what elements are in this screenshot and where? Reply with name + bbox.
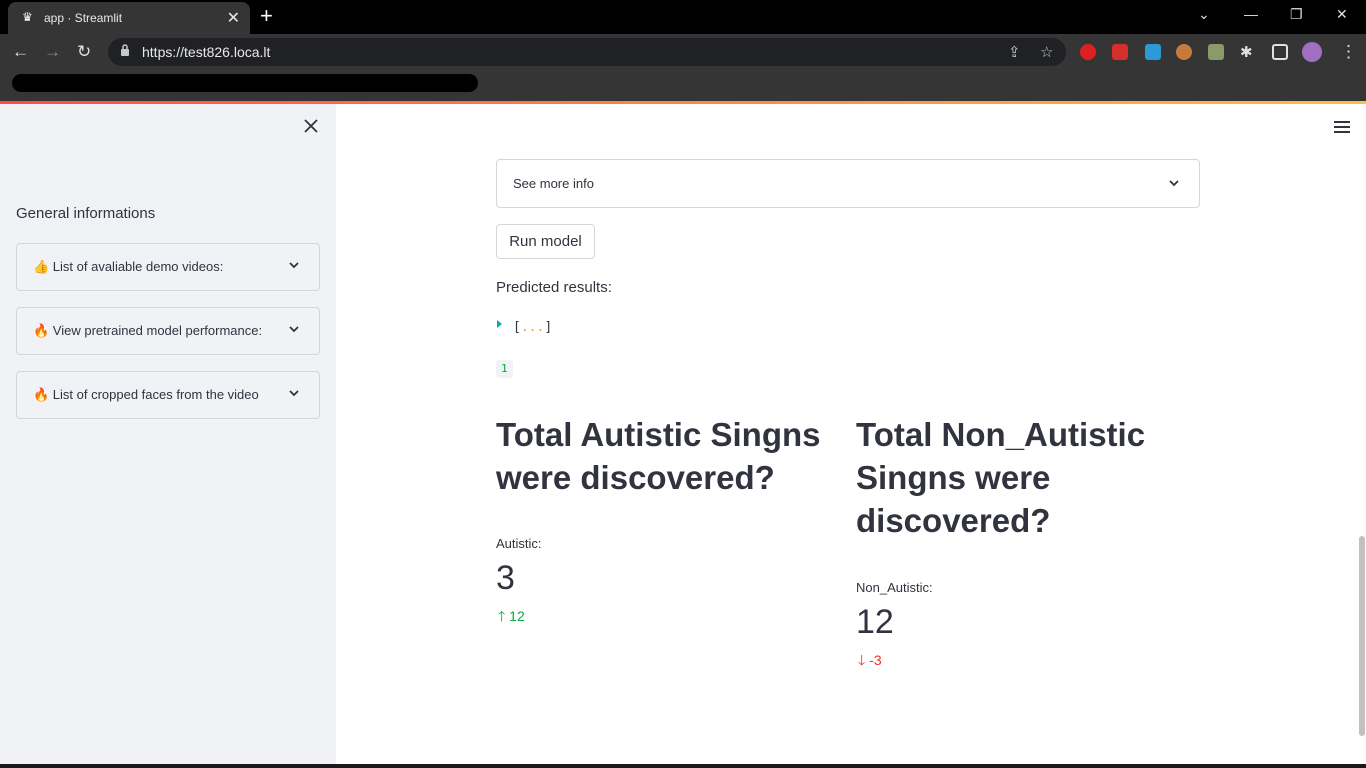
autistic-metric-value: 3 (496, 559, 515, 597)
expander-demo-videos[interactable]: 👍 List of avaliable demo videos: (16, 243, 320, 291)
back-button[interactable]: ← (12, 42, 29, 62)
close-sidebar-icon[interactable] (303, 118, 319, 134)
expander-label: 🔥 List of cropped faces from the video (33, 387, 259, 402)
streamlit-favicon-icon: ♛ (22, 10, 33, 24)
autistic-heading: Total Autistic Singns were discovered? (496, 416, 821, 496)
page-scrollbar[interactable] (1359, 536, 1365, 736)
json-expand-caret-icon[interactable] (497, 320, 502, 328)
expander-cropped-faces[interactable]: 🔥 List of cropped faces from the video (16, 371, 320, 419)
lastpass-extension-icon[interactable] (1112, 44, 1128, 60)
extensions-puzzle-icon[interactable]: ✱ (1240, 43, 1253, 63)
chevron-down-icon (289, 262, 299, 269)
close-window-button[interactable]: ✕ (1336, 6, 1348, 23)
chevron-down-icon (289, 390, 299, 397)
translate-extension-icon[interactable] (1145, 44, 1161, 60)
expander-label: 👍 List of avaliable demo videos: (33, 259, 224, 274)
predicted-results-label: Predicted results: (496, 279, 612, 296)
restore-button[interactable]: ❐ (1290, 6, 1303, 23)
tab-title: app · Streamlit (44, 11, 123, 25)
expander-label: 🔥 View pretrained model performance: (33, 323, 263, 338)
json-collapsed-dots: ... (520, 320, 545, 335)
adblock-extension-icon[interactable] (1080, 44, 1096, 60)
chevron-down-icon (1169, 180, 1179, 187)
sidebar: General informations 👍 List of avaliable… (0, 104, 336, 768)
image-extension-icon[interactable] (1208, 44, 1224, 60)
sidebar-heading: General informations (16, 205, 156, 222)
expander-label: See more info (513, 176, 594, 191)
json-open-bracket: [ (513, 320, 521, 335)
tab-search-icon[interactable]: ⌄ (1198, 6, 1210, 23)
reload-button[interactable]: ↻ (77, 42, 91, 62)
share-icon[interactable]: ⇪ (1008, 43, 1021, 61)
code-output: 1 (496, 360, 513, 378)
browser-tab[interactable]: ♛ app · Streamlit ✕ (8, 2, 250, 34)
arrow-down-icon: 🡓 (858, 652, 866, 668)
browser-menu-icon[interactable]: ⋮ (1340, 42, 1357, 62)
non-autistic-metric-label: Non_Autistic: (856, 580, 933, 595)
browser-tabbar: ♛ app · Streamlit ✕ + ⌄ — ❐ ✕ (0, 0, 1366, 34)
forward-button[interactable]: → (44, 42, 61, 62)
delta-value: 12 (509, 608, 525, 624)
autistic-metric-delta: 🡑 12 (498, 606, 525, 630)
json-close-bracket: ] (544, 320, 553, 335)
cookie-extension-icon[interactable] (1176, 44, 1192, 60)
browser-toolbar: ← → ↻ https://test826.loca.lt ⇪ ☆ ✱ ⋮ (0, 34, 1366, 70)
json-viewer[interactable]: [...] (513, 320, 552, 335)
address-bar[interactable]: https://test826.loca.lt ⇪ ☆ (108, 38, 1066, 66)
side-panel-icon[interactable] (1272, 44, 1288, 60)
non-autistic-metric-delta: 🡓 -3 (858, 650, 882, 674)
chevron-down-icon (289, 326, 299, 333)
see-more-info-expander[interactable]: See more info (496, 159, 1200, 208)
autistic-metric-label: Autistic: (496, 536, 542, 551)
redacted-bookmarks (12, 74, 478, 92)
minimize-button[interactable]: — (1244, 6, 1258, 22)
run-model-button[interactable]: Run model (496, 224, 595, 259)
new-tab-button[interactable]: + (260, 4, 273, 28)
profile-avatar[interactable] (1302, 42, 1322, 62)
expander-model-performance[interactable]: 🔥 View pretrained model performance: (16, 307, 320, 355)
delta-value: -3 (869, 652, 882, 668)
arrow-up-icon: 🡑 (498, 608, 506, 624)
lock-icon (121, 44, 129, 56)
tab-close-icon[interactable]: ✕ (227, 8, 240, 28)
bookmark-star-icon[interactable]: ☆ (1040, 43, 1053, 61)
non-autistic-heading: Total Non_Autistic Singns were discovere… (856, 416, 1146, 539)
url-text: https://test826.loca.lt (142, 44, 271, 60)
taskbar-edge (0, 764, 1366, 768)
hamburger-menu-icon[interactable] (1334, 120, 1350, 134)
non-autistic-metric-value: 12 (856, 603, 894, 641)
